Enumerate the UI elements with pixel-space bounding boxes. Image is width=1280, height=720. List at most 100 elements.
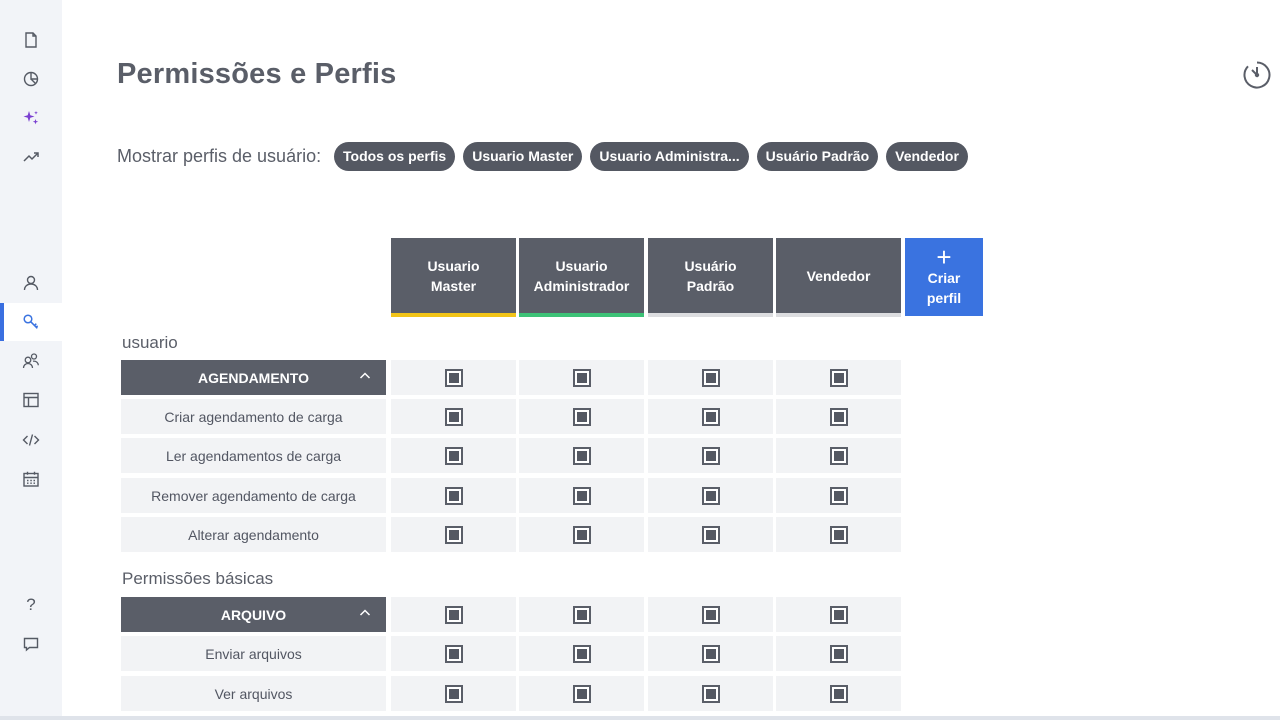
permission-cell	[519, 438, 644, 473]
permission-cell	[391, 676, 516, 711]
permission-checkbox[interactable]	[701, 486, 720, 505]
chip-usuario-administrador[interactable]: Usuario Administra...	[590, 142, 749, 171]
filter-label: Mostrar perfis de usuário:	[117, 146, 322, 166]
permission-cell	[648, 636, 773, 671]
plus-icon: +	[936, 242, 952, 272]
permission-checkbox[interactable]	[701, 684, 720, 703]
permission-cell	[776, 597, 901, 632]
permission-cell	[648, 360, 773, 395]
help-icon[interactable]: ?	[0, 586, 62, 624]
timer-icon[interactable]	[1240, 58, 1274, 92]
page-title: Permissões e Perfis	[117, 58, 397, 90]
chat-icon[interactable]	[0, 625, 62, 663]
permission-checkbox[interactable]	[829, 605, 848, 624]
permission-cell	[519, 517, 644, 552]
permission-checkbox[interactable]	[572, 368, 591, 387]
permission-cell	[648, 438, 773, 473]
permission-checkbox[interactable]	[701, 368, 720, 387]
permission-row-label: Enviar arquivos	[121, 636, 386, 671]
permission-checkbox[interactable]	[444, 486, 463, 505]
permission-cell	[391, 636, 516, 671]
permission-checkbox[interactable]	[701, 644, 720, 663]
sidebar: ?	[0, 0, 62, 720]
create-profile-label: Criar	[927, 270, 961, 286]
permission-checkbox[interactable]	[572, 684, 591, 703]
chip-usuario-padrao[interactable]: Usuário Padrão	[756, 142, 879, 171]
permission-cell	[776, 517, 901, 552]
document-icon[interactable]	[0, 21, 62, 59]
profile-header-vendedor[interactable]: Vendedor	[776, 238, 901, 317]
user-icon[interactable]	[0, 264, 62, 302]
permission-row-label: Ver arquivos	[121, 676, 386, 711]
permission-cell	[776, 438, 901, 473]
chip-vendedor[interactable]: Vendedor	[886, 142, 968, 171]
trend-icon[interactable]	[0, 138, 62, 176]
permission-checkbox[interactable]	[829, 684, 848, 703]
permission-checkbox[interactable]	[829, 525, 848, 544]
permission-cell	[391, 478, 516, 513]
permission-row-label: Criar agendamento de carga	[121, 399, 386, 434]
profile-header-usuario-master[interactable]: Usuario Master	[391, 238, 516, 317]
chevron-up-icon[interactable]	[358, 369, 372, 383]
profile-filter-chips: Todos os perfis Usuario Master Usuario A…	[334, 142, 968, 171]
permission-checkbox[interactable]	[444, 446, 463, 465]
section-label-permissoes-basicas: Permissões básicas	[122, 569, 274, 588]
sparkle-icon[interactable]	[0, 99, 62, 137]
permission-cell	[391, 597, 516, 632]
permission-cell	[776, 636, 901, 671]
permission-checkbox[interactable]	[701, 605, 720, 624]
permission-cell	[648, 597, 773, 632]
permission-checkbox[interactable]	[829, 644, 848, 663]
permission-cell	[648, 478, 773, 513]
profile-header-line: Usuario	[555, 257, 608, 274]
profile-header-usuario-administrador[interactable]: Usuario Administrador	[519, 238, 644, 317]
permission-checkbox[interactable]	[829, 407, 848, 426]
permission-checkbox[interactable]	[572, 486, 591, 505]
permission-checkbox[interactable]	[829, 446, 848, 465]
chip-usuario-master[interactable]: Usuario Master	[463, 142, 583, 171]
layout-icon[interactable]	[0, 381, 62, 419]
permission-checkbox[interactable]	[572, 525, 591, 544]
permission-cell	[648, 399, 773, 434]
permission-checkbox[interactable]	[444, 407, 463, 426]
permission-checkbox[interactable]	[444, 525, 463, 544]
permission-checkbox[interactable]	[701, 407, 720, 426]
section-label-usuario: usuario	[122, 333, 178, 352]
permission-cell	[519, 676, 644, 711]
users-icon[interactable]	[0, 342, 62, 380]
permission-checkbox[interactable]	[829, 486, 848, 505]
permission-checkbox[interactable]	[701, 446, 720, 465]
permission-checkbox[interactable]	[572, 446, 591, 465]
chip-all-profiles[interactable]: Todos os perfis	[334, 142, 456, 171]
permission-row-label: Alterar agendamento	[121, 517, 386, 552]
permission-cell	[776, 360, 901, 395]
permission-checkbox[interactable]	[444, 605, 463, 624]
calendar-icon[interactable]	[0, 460, 62, 498]
permission-cell	[776, 399, 901, 434]
permission-cell	[776, 478, 901, 513]
profile-header-usuario-padrao[interactable]: Usuário Padrão	[648, 238, 773, 317]
group-title: AGENDAMENTO	[198, 369, 309, 386]
profile-header-line: Usuario	[427, 257, 480, 274]
permission-cell	[519, 478, 644, 513]
permission-cell	[391, 399, 516, 434]
group-header-arquivo[interactable]: ARQUIVO	[121, 597, 386, 632]
permission-checkbox[interactable]	[572, 407, 591, 426]
permission-cell	[519, 636, 644, 671]
permission-cell	[391, 517, 516, 552]
profile-header-line: Padrão	[686, 277, 735, 294]
group-header-agendamento[interactable]: AGENDAMENTO	[121, 360, 386, 395]
permission-checkbox[interactable]	[444, 368, 463, 387]
permission-checkbox[interactable]	[572, 644, 591, 663]
permission-checkbox[interactable]	[572, 605, 591, 624]
create-profile-button[interactable]: + Criar perfil	[905, 238, 983, 316]
permission-checkbox[interactable]	[444, 644, 463, 663]
permission-checkbox[interactable]	[444, 684, 463, 703]
permission-checkbox[interactable]	[829, 368, 848, 387]
profile-header-line: Vendedor	[806, 267, 871, 284]
pie-chart-icon[interactable]	[0, 60, 62, 98]
chevron-up-icon[interactable]	[358, 606, 372, 620]
permission-checkbox[interactable]	[701, 525, 720, 544]
key-icon[interactable]	[0, 303, 62, 341]
code-icon[interactable]	[0, 421, 62, 459]
